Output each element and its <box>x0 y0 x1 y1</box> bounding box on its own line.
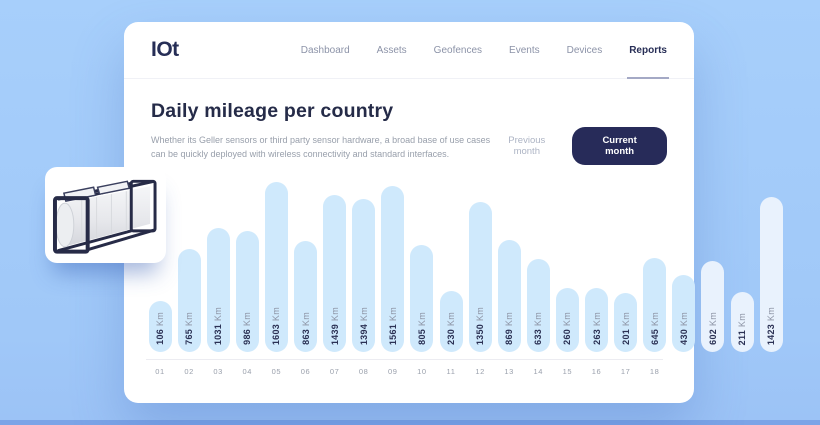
mileage-bar: 602 Km <box>701 261 724 352</box>
mileage-bar-label: 602 Km <box>708 312 718 345</box>
nav-item-geofences[interactable]: Geofences <box>434 22 482 78</box>
mileage-bar-label: 1423 Km <box>766 307 776 345</box>
period-controls: Previous month Current month <box>494 127 667 165</box>
nav-item-dashboard[interactable]: Dashboard <box>301 22 350 78</box>
report-head: Daily mileage per country Whether its Ge… <box>124 79 694 165</box>
report-card: IOt Dashboard Assets Geofences Events Device… <box>124 22 694 403</box>
previous-month-button[interactable]: Previous month <box>494 135 559 157</box>
page-title: Daily mileage per country <box>151 100 494 123</box>
nav-item-events[interactable]: Events <box>509 22 540 78</box>
tank-container-photo <box>52 174 159 256</box>
nav-item-reports[interactable]: Reports <box>629 22 667 78</box>
main-nav: Dashboard Assets Geofences Events Devices Rep… <box>301 22 667 78</box>
page: { "brand": { "logo_text": "IOt", "color"… <box>0 0 820 425</box>
current-month-button[interactable]: Current month <box>572 127 667 165</box>
mileage-bar: 211 Km <box>731 292 754 352</box>
nav-item-assets[interactable]: Assets <box>377 22 407 78</box>
report-intro: Daily mileage per country Whether its Ge… <box>151 100 494 162</box>
brand-logo[interactable]: IOt <box>151 38 179 62</box>
mileage-bar: 1423 Km <box>760 197 783 352</box>
card-header: IOt Dashboard Assets Geofences Events Device… <box>124 22 694 79</box>
report-description: Whether its Geller sensors or third part… <box>151 133 494 162</box>
nav-item-devices[interactable]: Devices <box>567 22 603 78</box>
mileage-bar-label: 211 Km <box>737 313 747 345</box>
tank-container-photo-card <box>45 167 166 263</box>
